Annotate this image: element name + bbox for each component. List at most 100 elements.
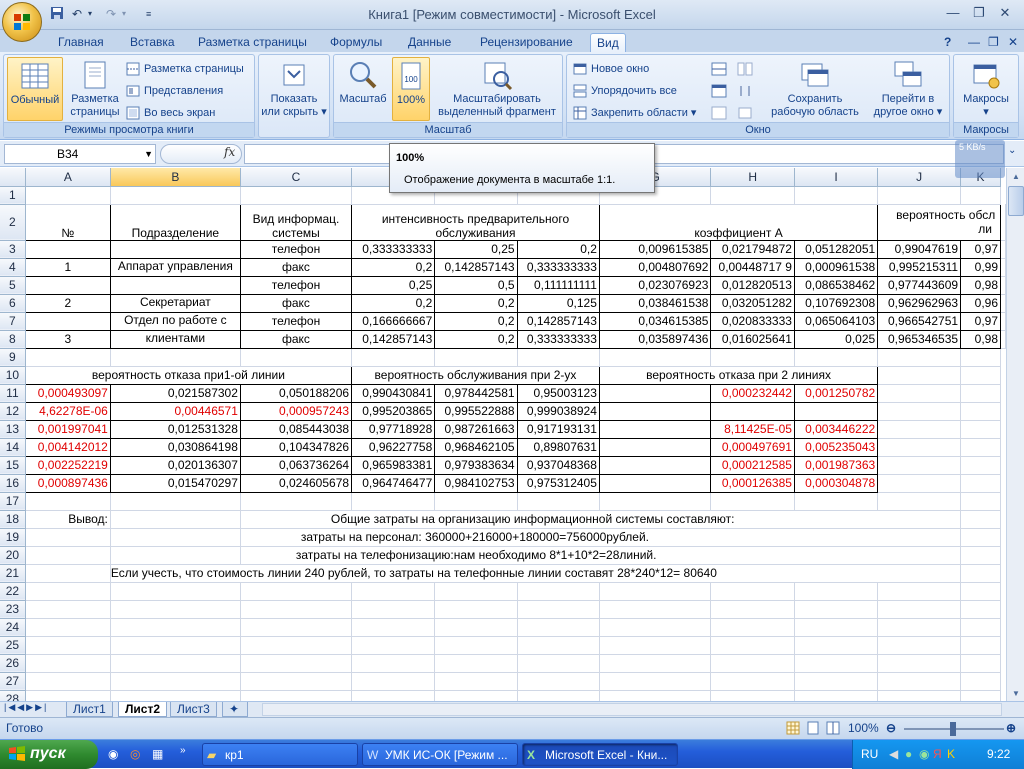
cell-e4[interactable]: 0,142857143 (434, 257, 518, 277)
row-header[interactable]: 25 (0, 636, 26, 655)
name-box-dropdown-icon[interactable]: ▼ (144, 145, 153, 163)
cell-g14[interactable] (598, 437, 712, 457)
insert-function-icon[interactable]: fx (224, 145, 235, 159)
cell-b21[interactable]: Если учесть, что стоимость линии 240 руб… (110, 564, 962, 583)
full-screen-button[interactable]: Во весь экран (126, 103, 215, 123)
cell-h5[interactable]: 0,012820513 (710, 275, 795, 295)
cell-c16[interactable]: 0,024605678 (239, 473, 353, 493)
cell-k6[interactable]: 0,96 (960, 293, 1001, 313)
save-workspace-button[interactable]: Сохранить рабочую область (763, 57, 867, 121)
row-header[interactable]: 3 (0, 240, 26, 259)
horizontal-scrollbar[interactable] (262, 703, 1002, 716)
cell-d12[interactable]: 0,995203865 (351, 401, 436, 421)
cell-empty[interactable] (434, 618, 518, 637)
cell-h16[interactable]: 0,000126385 (710, 473, 795, 493)
cell-empty[interactable] (351, 618, 436, 637)
cell-h12[interactable] (710, 401, 795, 421)
cell-g6[interactable]: 0,038461538 (598, 293, 712, 313)
cell-h8[interactable]: 0,016025641 (710, 329, 795, 349)
cell-empty[interactable] (351, 654, 436, 673)
cell-d3[interactable]: 0,333333333 (351, 239, 436, 259)
cell-empty[interactable] (240, 672, 353, 691)
cell-g16[interactable] (598, 473, 712, 493)
cell-c5[interactable]: телефон (239, 275, 353, 295)
cell-empty[interactable] (877, 420, 962, 439)
cell-i12[interactable] (793, 401, 879, 421)
cell-empty[interactable] (599, 636, 712, 655)
cell-a10[interactable]: вероятность отказа при1-ой линии (24, 365, 353, 385)
cell-d6[interactable]: 0,2 (351, 293, 436, 313)
cell-h14[interactable]: 0,000497691 (710, 437, 795, 457)
cell-empty[interactable] (877, 402, 962, 421)
select-all-corner[interactable] (0, 168, 26, 187)
tray-icon-3[interactable]: ◉ (919, 740, 929, 768)
cell-empty[interactable] (710, 582, 795, 601)
cell-c11[interactable]: 0,050188206 (239, 383, 353, 403)
cell-i11[interactable]: 0,001250782 (793, 383, 879, 403)
zoom-in-icon[interactable]: ⊕ (1006, 718, 1016, 738)
cell-empty[interactable] (960, 618, 1001, 637)
col-header-i[interactable]: I (794, 168, 879, 187)
cell-l4[interactable] (1000, 258, 1006, 277)
cell-e14[interactable]: 0,968462105 (434, 437, 518, 457)
row-header[interactable]: 19 (0, 528, 26, 547)
row-header[interactable]: 24 (0, 618, 26, 637)
cell-b14[interactable]: 0,030864198 (109, 437, 241, 457)
cell-h7[interactable]: 0,020833333 (710, 311, 795, 331)
cell-empty[interactable] (877, 456, 962, 475)
cell-a5[interactable] (24, 275, 111, 295)
cell-b5[interactable] (109, 275, 241, 295)
cell-f3[interactable]: 0,2 (516, 239, 600, 259)
cell-empty[interactable] (434, 636, 518, 655)
cell-c18[interactable]: Общие затраты на организацию информацион… (240, 510, 962, 529)
cell-k3[interactable]: 0,97 (960, 239, 1001, 259)
row-header[interactable]: 11 (0, 384, 26, 403)
cell-g11[interactable] (598, 383, 712, 403)
cell-g8[interactable]: 0,035897436 (598, 329, 712, 349)
cell-empty[interactable] (25, 672, 111, 691)
quicklaunch-opera-icon[interactable]: ◎ (130, 747, 140, 761)
hide-window-icon[interactable] (711, 81, 731, 101)
cell-c20[interactable]: затраты на телефонизацию:нам необходимо … (240, 546, 962, 565)
row-header[interactable]: 12 (0, 402, 26, 421)
minimize-icon[interactable]: — (940, 4, 966, 22)
cell-b15[interactable]: 0,020136307 (109, 455, 241, 475)
cell-empty[interactable] (960, 600, 1001, 619)
cell-g13[interactable] (598, 419, 712, 439)
cell-b8[interactable]: клиентами (109, 329, 241, 349)
cell-k5[interactable]: 0,98 (960, 275, 1001, 295)
cell-j4[interactable]: 0,995215311 (877, 257, 962, 277)
vertical-scrollbar[interactable]: ▲ ▼ (1006, 168, 1024, 702)
cell-h15[interactable]: 0,000212585 (710, 455, 795, 475)
row-header[interactable]: 9 (0, 348, 26, 367)
cell-e6[interactable]: 0,2 (434, 293, 518, 313)
cell-i7[interactable]: 0,065064103 (793, 311, 879, 331)
row-header[interactable]: 14 (0, 438, 26, 457)
cell-a7[interactable] (24, 311, 111, 331)
cell-c7[interactable]: телефон (239, 311, 353, 331)
cell-empty[interactable] (599, 654, 712, 673)
cell-a3[interactable] (24, 239, 111, 259)
sync-scroll-icon[interactable] (737, 81, 757, 101)
cell-empty[interactable] (110, 672, 241, 691)
cell-empty[interactable] (110, 600, 241, 619)
cell-d11[interactable]: 0,990430841 (351, 383, 436, 403)
cell-empty[interactable] (240, 600, 353, 619)
tab-formulas[interactable]: Формулы (324, 33, 388, 52)
cell-a11[interactable]: 0,000493097 (24, 383, 111, 403)
cell-h13[interactable]: 8,11425E-05 (710, 419, 795, 439)
row-header[interactable]: 16 (0, 474, 26, 493)
row-header[interactable]: 4 (0, 258, 26, 277)
cell-i15[interactable]: 0,001987363 (793, 455, 879, 475)
zoom-slider-thumb[interactable] (950, 722, 956, 736)
name-box[interactable]: B34 ▼ (4, 144, 156, 164)
page-break-button[interactable]: Разметка страницы (126, 59, 244, 79)
cell-empty[interactable] (517, 672, 600, 691)
cell-empty[interactable] (710, 618, 795, 637)
cell-i16[interactable]: 0,000304878 (793, 473, 879, 493)
cell-empty[interactable] (110, 636, 241, 655)
cell-d16[interactable]: 0,964746477 (351, 473, 436, 493)
col-header-a[interactable]: A (25, 168, 111, 187)
cell-empty[interactable] (794, 636, 879, 655)
cell-empty[interactable] (434, 672, 518, 691)
